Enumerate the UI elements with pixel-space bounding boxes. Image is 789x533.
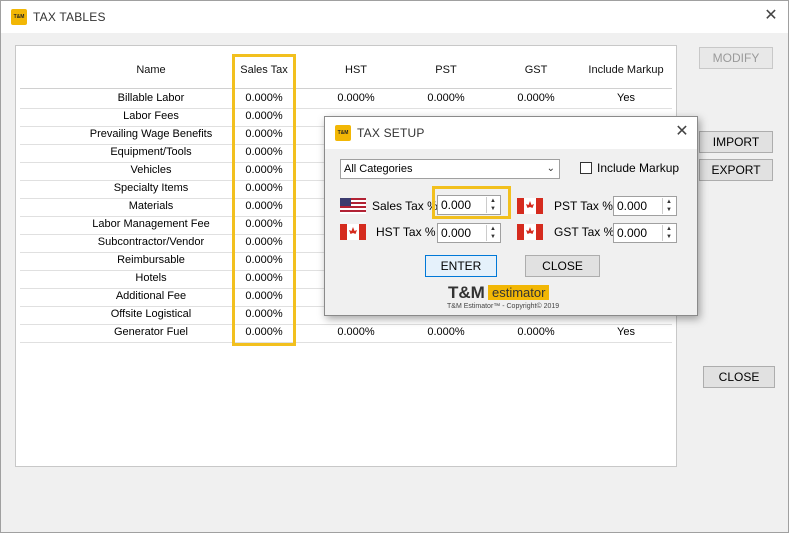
spinner-arrows-icon[interactable]: ▲ ▼ [662, 198, 675, 214]
hst-tax-spinner[interactable]: 0.000 ▲ ▼ [437, 223, 501, 243]
col-header-name[interactable]: Name [96, 64, 206, 76]
include-markup-checkbox[interactable] [580, 162, 592, 174]
table-cell-name: Reimbursable [117, 254, 185, 266]
enter-button[interactable]: ENTER [425, 255, 497, 277]
spinner-arrows-icon[interactable]: ▲ ▼ [662, 225, 675, 241]
pst-tax-spinner[interactable]: 0.000 ▲ ▼ [613, 196, 677, 216]
table-cell-pst: 0.000% [427, 92, 465, 104]
col-header-pst[interactable]: PST [416, 64, 476, 76]
sales-tax-label: Sales Tax % [372, 199, 438, 213]
gst-tax-label: GST Tax % [554, 225, 615, 239]
dialog-logo-icon: T&M [335, 125, 351, 141]
sales-tax-input-highlight [432, 186, 511, 219]
table-row[interactable]: Generator Fuel 0.000% 0.000% 0.000% 0.000% Ye… [20, 324, 672, 343]
col-header-include-markup[interactable]: Include Markup [582, 64, 670, 76]
include-markup-label: Include Markup [597, 161, 680, 175]
pst-tax-label: PST Tax % [554, 199, 613, 213]
window-close-icon[interactable]: ✕ [762, 7, 780, 25]
table-cell-name: Labor Management Fee [92, 218, 210, 230]
table-cell-gst: 0.000% [517, 326, 555, 338]
table-cell-name: Vehicles [130, 164, 172, 176]
table-cell-markup: Yes [617, 326, 635, 338]
table-cell-markup: Yes [617, 92, 635, 104]
chevron-down-icon: ⌄ [546, 163, 555, 174]
table-cell-hst: 0.000% [337, 326, 375, 338]
title-bar: T&M TAX TABLES ✕ [1, 1, 788, 33]
table-cell-hst: 0.000% [337, 92, 375, 104]
canada-flag-icon [517, 224, 543, 240]
canada-flag-icon [340, 224, 366, 240]
table-cell-name: Billable Labor [117, 92, 185, 104]
table-row[interactable]: Billable Labor 0.000% 0.000% 0.000% 0.000% Ye… [20, 90, 672, 109]
spinner-arrows-icon[interactable]: ▲ ▼ [486, 225, 499, 241]
us-flag-icon [340, 198, 366, 214]
table-cell-name: Subcontractor/Vendor [97, 236, 205, 248]
dialog-close-icon[interactable]: ✕ [673, 123, 691, 141]
table-cell-name: Labor Fees [123, 110, 179, 122]
table-cell-name: Offsite Logistical [110, 308, 192, 320]
close-button[interactable]: CLOSE [703, 366, 775, 388]
window-title: TAX TABLES [33, 10, 106, 24]
dialog-title: TAX SETUP [357, 126, 425, 140]
table-cell-gst: 0.000% [517, 92, 555, 104]
hst-tax-label: HST Tax % [376, 225, 436, 239]
table-cell-name: Prevailing Wage Benefits [89, 128, 213, 140]
category-dropdown[interactable]: All Categories ⌄ [340, 159, 560, 179]
export-button[interactable]: EXPORT [699, 159, 773, 181]
table-cell-name: Additional Fee [115, 290, 187, 302]
dialog-close-button[interactable]: CLOSE [525, 255, 600, 277]
table-cell-pst: 0.000% [427, 326, 465, 338]
canada-flag-icon [517, 198, 543, 214]
table-cell-name: Specialty Items [113, 182, 189, 194]
app-logo-icon: T&M [11, 9, 27, 25]
tax-setup-dialog: T&M TAX SETUP ✕ All Categories ⌄ Include… [324, 116, 698, 316]
col-header-gst[interactable]: GST [506, 64, 566, 76]
import-button[interactable]: IMPORT [699, 131, 773, 153]
modify-button[interactable]: MODIFY [699, 47, 773, 69]
table-cell-name: Hotels [135, 272, 167, 284]
dialog-title-bar: T&M TAX SETUP ✕ [325, 117, 697, 149]
col-header-hst[interactable]: HST [326, 64, 386, 76]
table-cell-name: Equipment/Tools [110, 146, 192, 158]
copyright-text: T&M Estimator™ - Copyright© 2019 [447, 303, 560, 310]
table-cell-name: Generator Fuel [114, 326, 188, 338]
sales-tax-column-highlight [232, 54, 296, 346]
table-cell-name: Materials [128, 200, 174, 212]
gst-tax-spinner[interactable]: 0.000 ▲ ▼ [613, 223, 677, 243]
